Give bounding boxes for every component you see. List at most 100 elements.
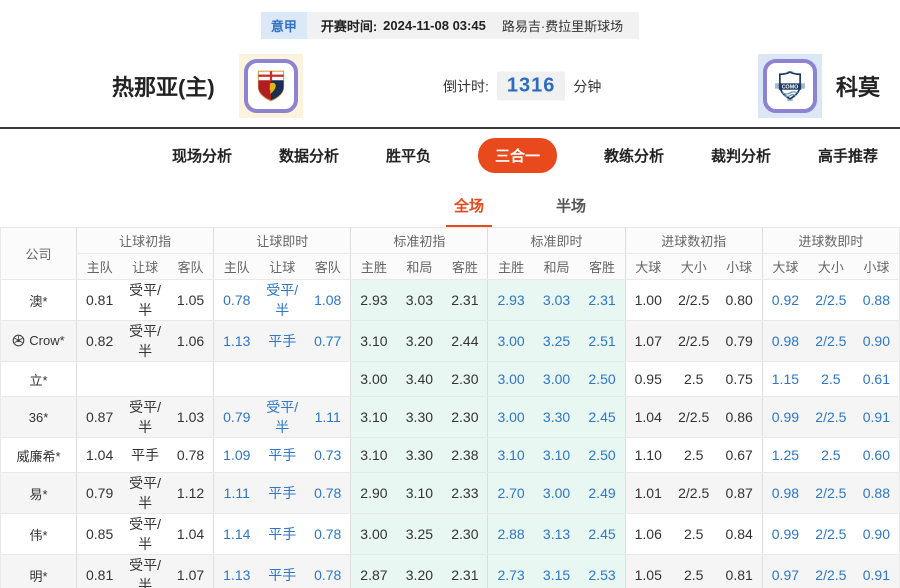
company-cell[interactable]: 伟* [0, 513, 77, 555]
odds-table-body: 澳* 0.81 受平/半 1.05 0.78 受平/半 1.08 2.93 3.03 2.31 2.… [0, 279, 900, 588]
odds-cell: 2/2.5 [808, 554, 854, 588]
odds-cell: 0.92 [761, 279, 808, 321]
tab-referee-analysis[interactable]: 裁判分析 [711, 145, 771, 166]
odds-cell: 2/2.5 [670, 472, 717, 514]
odds-cell: 平手 [259, 472, 306, 514]
tab-full-court[interactable]: 全场 [445, 195, 492, 227]
league-badge[interactable]: 意甲 [260, 12, 307, 39]
odds-cell: 2.5 [670, 361, 717, 397]
odds-cell: 1.25 [761, 437, 808, 473]
group-header: 标准初指 [350, 227, 488, 254]
company-cell[interactable]: 36* [0, 396, 77, 438]
odds-cell: 0.90 [853, 513, 900, 555]
odds-cell: 2.50 [579, 361, 626, 397]
company-cell[interactable]: 立* [0, 361, 77, 397]
home-team-logo [238, 54, 303, 118]
odds-cell: 3.10 [533, 437, 580, 473]
group-header: 让球即时 [213, 227, 351, 254]
odds-cell: 0.79 [76, 472, 123, 514]
odds-cell: 3.20 [396, 554, 443, 588]
odds-cell: 0.81 [716, 554, 763, 588]
tab-win-draw-loss[interactable]: 胜平负 [386, 145, 431, 166]
venue-name: 路易吉·费拉里斯球场 [501, 19, 624, 34]
company-cell[interactable]: 明* [0, 554, 77, 588]
company-name: 明* [29, 568, 48, 584]
group-header: 标准即时 [487, 227, 626, 254]
odds-cell: 0.78 [305, 513, 351, 555]
tab-coach-analysis[interactable]: 教练分析 [604, 145, 664, 166]
odds-cell: 1.04 [76, 437, 123, 473]
company-column-header: 公司 [0, 227, 77, 280]
odds-table-header: 公司 让球初指 让球即时 标准初指 标准即时 进球数初指 进球数即时 主队 让球 客队 主队 让球 客队… [0, 227, 900, 280]
tab-half-court[interactable]: 半场 [548, 195, 594, 227]
odds-cell: 0.61 [853, 361, 900, 397]
odds-cell: 0.79 [716, 320, 763, 362]
company-cell[interactable]: Crow* [0, 320, 77, 362]
sub-column-header: 客队 [167, 253, 214, 280]
sub-column-header: 让球 [122, 253, 168, 280]
company-name: 36* [28, 409, 49, 425]
odds-cell: 3.00 [487, 361, 534, 397]
odds-cell: 2/2.5 [670, 396, 717, 438]
odds-cell: 2.5 [808, 361, 854, 397]
odds-cell: 0.95 [624, 361, 671, 397]
odds-cell: 0.87 [76, 396, 123, 438]
odds-cell: 3.00 [533, 472, 580, 514]
company-cell[interactable]: 威廉希* [0, 437, 77, 473]
odds-cell: 2.45 [579, 396, 626, 438]
odds-cell: 0.80 [716, 279, 763, 321]
odds-cell: 受平/半 [122, 396, 168, 438]
odds-cell: 0.88 [853, 472, 900, 514]
odds-cell [259, 361, 306, 397]
odds-cell: 3.03 [396, 279, 443, 321]
company-name: 伟* [29, 527, 48, 543]
odds-cell: 1.07 [624, 320, 671, 362]
odds-cell: 0.78 [213, 279, 260, 321]
odds-cell: 2.50 [579, 437, 626, 473]
away-team: COMO 科莫 [757, 54, 880, 118]
odds-cell: 2.90 [350, 472, 397, 514]
odds-cell: 受平/半 [122, 320, 168, 362]
odds-cell: 1.03 [167, 396, 214, 438]
away-logo-frame: COMO [762, 59, 817, 113]
odds-cell: 0.88 [853, 279, 900, 321]
odds-cell: 2.70 [487, 472, 534, 514]
odds-cell: 0.97 [761, 554, 808, 588]
away-team-logo: COMO [757, 54, 822, 118]
sub-column-header: 客胜 [579, 253, 626, 280]
odds-table: 公司 让球初指 让球即时 标准初指 标准即时 进球数初指 进球数即时 主队 让球 客队 主队 让球 客队… [0, 227, 900, 588]
company-name: Crow* [29, 332, 65, 348]
odds-cell: 1.07 [167, 554, 214, 588]
odds-cell: 0.75 [716, 361, 763, 397]
company-cell[interactable]: 澳* [0, 279, 77, 321]
odds-cell: 1.13 [213, 554, 260, 588]
odds-row: Crow* 0.82 受平/半 1.06 1.13 平手 0.77 3.10 3.20 2.44 3… [0, 320, 900, 362]
sub-column-header: 主队 [76, 253, 123, 280]
odds-cell: 1.06 [624, 513, 671, 555]
company-cell[interactable]: 易* [0, 472, 77, 514]
odds-cell: 2.30 [442, 396, 488, 438]
odds-cell: 1.05 [167, 279, 214, 321]
odds-row: 威廉希* 1.04 平手 0.78 1.09 平手 0.73 3.10 3.30 2.38 3.10… [0, 437, 900, 473]
away-team-name: 科莫 [835, 75, 880, 100]
odds-cell: 0.90 [853, 320, 900, 362]
odds-cell: 3.20 [396, 320, 443, 362]
genoa-crest-icon [257, 70, 284, 102]
odds-cell: 3.10 [487, 437, 534, 473]
home-team-name: 热那亚(主) [112, 75, 215, 100]
company-name: 立* [29, 372, 48, 388]
odds-cell: 3.10 [350, 320, 397, 362]
odds-cell: 3.30 [533, 396, 580, 438]
odds-cell: 3.10 [350, 396, 397, 438]
odds-cell: 1.13 [213, 320, 260, 362]
tab-expert-recommend[interactable]: 高手推荐 [818, 145, 878, 166]
odds-cell: 0.79 [213, 396, 260, 438]
odds-cell: 平手 [259, 513, 306, 555]
odds-cell: 3.00 [487, 320, 534, 362]
company-name: 易* [29, 486, 48, 502]
odds-cell: 0.78 [305, 472, 351, 514]
tab-live-analysis[interactable]: 现场分析 [172, 145, 232, 166]
tab-three-in-one[interactable]: 三合一 [477, 138, 557, 173]
tab-data-analysis[interactable]: 数据分析 [279, 145, 339, 166]
odds-cell [122, 361, 168, 397]
